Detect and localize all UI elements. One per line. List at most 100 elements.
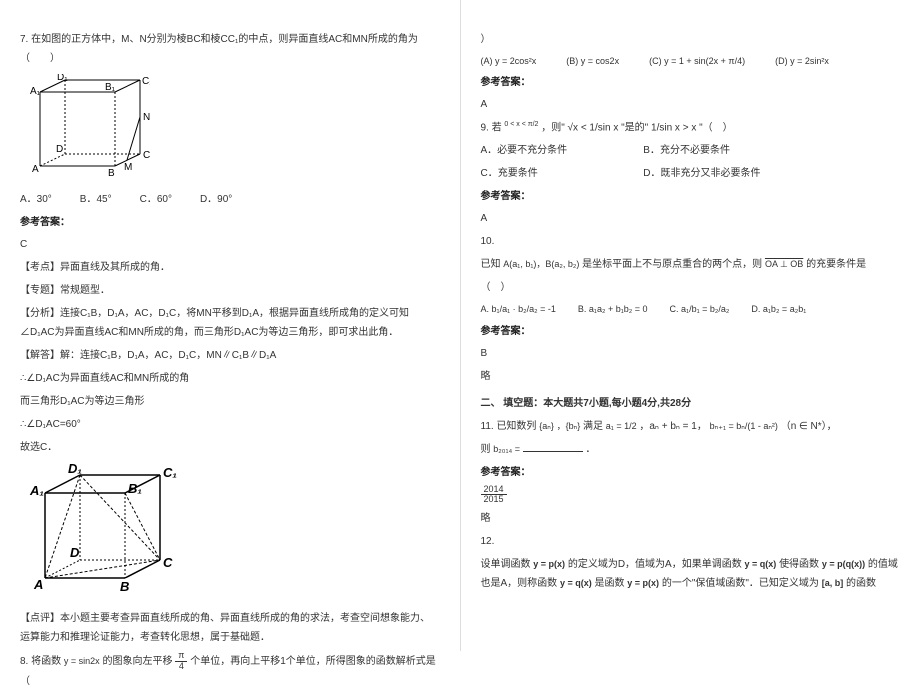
q9-c: "是的" [621, 122, 648, 133]
q9-answer: A [481, 209, 901, 228]
q8-options: (A) y = 2cos²x (B) y = cos2x (C) y = 1 +… [481, 53, 901, 70]
q11-a: 11. 已知数列 [481, 421, 537, 432]
q11-b: 满足 [583, 421, 603, 432]
svg-text:B₁: B₁ [128, 481, 142, 496]
answer-label: 参考答案： [481, 463, 901, 482]
q9-right: 1/sin x > x [651, 122, 696, 133]
fill-blank [523, 451, 583, 452]
svg-text:C: C [163, 555, 173, 570]
q10-num: 10. [481, 232, 901, 251]
q10-text: 已知 A(a₁, b₁)，B(a₂, b₂) 是坐标平面上不与原点重合的两个点，… [481, 255, 901, 274]
q7-line4: 故选C． [20, 438, 440, 457]
q10-pts: A(a₁, b₁)，B(a₂, b₂) [503, 259, 579, 269]
q7-line1: ∴∠D₁AC为异面直线AC和MN所成的角 [20, 369, 440, 388]
q9-opts-row1: A．必要不充分条件 B．充分不必要条件 [481, 141, 901, 160]
svg-text:N: N [143, 112, 150, 123]
q9-a: 9. 若 [481, 122, 502, 133]
q7-answer: C [20, 235, 440, 254]
q12-pqx: y = p(q(x)) [822, 559, 865, 569]
q8-b: (B) y = cos2x [566, 53, 619, 70]
q12-c: 使得函数 [779, 559, 819, 570]
svg-text:C: C [143, 150, 150, 161]
q8-d: (D) y = 2sin²x [775, 53, 829, 70]
q8-text: 8. 将函数 y = sin2x 的图象向左平移 π4 个单位，再向上平移1个单… [20, 651, 440, 691]
q10-vec: OA ⊥ OB [765, 259, 803, 269]
right-column: ） (A) y = 2cos²x (B) y = cos2x (C) y = 1… [461, 0, 920, 651]
svg-text:D: D [56, 144, 63, 155]
q8-frac: π4 [175, 651, 187, 672]
svg-text:B: B [108, 168, 115, 179]
q8-fn: y = sin2x [64, 656, 100, 666]
q11-blank: ． [586, 444, 596, 455]
svg-text:C₁: C₁ [142, 76, 150, 87]
svg-text:D₁: D₁ [68, 463, 82, 476]
q9-opts-row2: C．充要条件 D．既非充分又非必要条件 [481, 164, 901, 183]
q12-a: 设单调函数 [481, 559, 531, 570]
svg-text:A₁: A₁ [30, 86, 41, 97]
svg-text:D₁: D₁ [57, 74, 68, 83]
q10-a: A. b₁/a₁ · b₂/a₂ = -1 [481, 301, 556, 318]
q8-a: 8. 将函数 [20, 656, 61, 667]
q7-opt-b: B．45° [80, 190, 112, 209]
q11-target: 则 b₂₀₁₄ = ． [481, 440, 901, 459]
q7-opt-a: A．30° [20, 190, 52, 209]
q9-opt-a: A．必要不充分条件 [481, 141, 641, 160]
q11-seqa: {aₙ} [539, 421, 554, 431]
q9-d: "（ ） [699, 122, 733, 133]
q10-a: 已知 [481, 259, 501, 270]
left-column: 7. 在如图的正方体中，M、N分别为棱BC和棱CC₁的中点，则异面直线AC和MN… [0, 0, 460, 651]
q11-bn: bₙ₊₁ = bₙ/(1 - aₙ²) [710, 421, 778, 431]
q7-options: A．30° B．45° C．60° D．90° [20, 190, 440, 209]
q7-fenxi: 【分析】连接C₁B，D₁A，AC，D₁C，将MN平移到D₁A，根据异面直线所成角… [20, 304, 440, 342]
answer-label: 参考答案： [481, 322, 901, 341]
q7-kaodian: 【考点】异面直线及其所成的角． [20, 258, 440, 277]
q10-b: B. a₁a₂ + b₁b₂ = 0 [578, 301, 648, 318]
svg-text:M: M [124, 162, 132, 173]
q11-answer: 20142015 [481, 485, 901, 506]
q8-a: (A) y = 2cos²x [481, 53, 537, 70]
q9-opt-d: D．既非充分又非必要条件 [643, 168, 760, 179]
q10-c: 的充要条件是 [806, 259, 866, 270]
q8-paren: ） [481, 30, 901, 49]
q9-mid: √x < 1/sin x [568, 122, 619, 133]
q8-c: (C) y = 1 + sin(2x + π/4) [649, 53, 745, 70]
q8-b: 的图象向左平移 [102, 656, 172, 667]
q10-options: A. b₁/a₁ · b₂/a₂ = -1 B. a₁a₂ + b₁b₂ = 0… [481, 301, 901, 318]
svg-text:B₁: B₁ [105, 82, 116, 93]
q7-figure-2: A₁ B₁ C₁ D₁ A B C D [20, 463, 440, 603]
svg-text:A₁: A₁ [29, 483, 44, 498]
q12-b: 的定义域为D，值域为A，如果单调函数 [568, 559, 742, 570]
q7-opt-d: D．90° [200, 190, 232, 209]
q11-d: （n ∈ N*）， [781, 421, 837, 432]
q12-px: y = p(x) [533, 559, 565, 569]
q7-jieda: 【解答】解：连接C₁B，D₁A，AC，D₁C，MN∥C₁B∥D₁A [20, 346, 440, 365]
q10-d: D. a₁b₂ = a₂b₁ [751, 301, 806, 318]
q11-text: 11. 已知数列 {aₙ} ，{bₙ} 满足 a₁ = 1/2 ，aₙ + bₙ… [481, 417, 901, 436]
q7-opt-c: C．60° [140, 190, 172, 209]
q11-seqb: ，{bₙ} [557, 421, 581, 431]
q7-line3: ∴∠D₁AC=60° [20, 415, 440, 434]
svg-text:D: D [70, 545, 80, 560]
svg-text:C₁: C₁ [163, 465, 177, 480]
q10-c: C. a₁/b₁ = b₂/a₂ [670, 301, 730, 318]
q7-line2: 而三角形D₁AC为等边三角形 [20, 392, 440, 411]
q12-px2: y = p(x) [627, 578, 659, 588]
q12-num: 12. [481, 532, 901, 551]
q7-zhuanti: 【专题】常规题型． [20, 281, 440, 300]
q8-answer: A [481, 95, 901, 114]
svg-text:A: A [33, 577, 43, 592]
q11-c: ，aₙ + bₙ = 1， [639, 421, 706, 432]
q12-text: 设单调函数 y = p(x) 的定义域为D，值域为A，如果单调函数 y = q(… [481, 555, 901, 593]
q11-slight: 略 [481, 509, 901, 528]
q12-f: 的一个"保值域函数"．已知定义域为 [662, 578, 819, 589]
q7-dianping: 【点评】本小题主要考查异面直线所成的角、异面直线所成的角的求法，考查空间想象能力… [20, 609, 440, 647]
q9-cond: 0 < x < π/2 [504, 121, 538, 128]
q7-figure: A₁ B₁ C₁ D₁ A B C D N M [20, 74, 440, 184]
q10-b: 是坐标平面上不与原点重合的两个点，则 [582, 259, 762, 270]
svg-text:B: B [120, 579, 129, 594]
q11-a1: a₁ = 1/2 [606, 421, 637, 431]
q7-text: 7. 在如图的正方体中，M、N分别为棱BC和棱CC₁的中点，则异面直线AC和MN… [20, 30, 440, 68]
q9-b: ，则" [541, 122, 565, 133]
q10-answer: B [481, 344, 901, 363]
answer-label: 参考答案： [481, 187, 901, 206]
